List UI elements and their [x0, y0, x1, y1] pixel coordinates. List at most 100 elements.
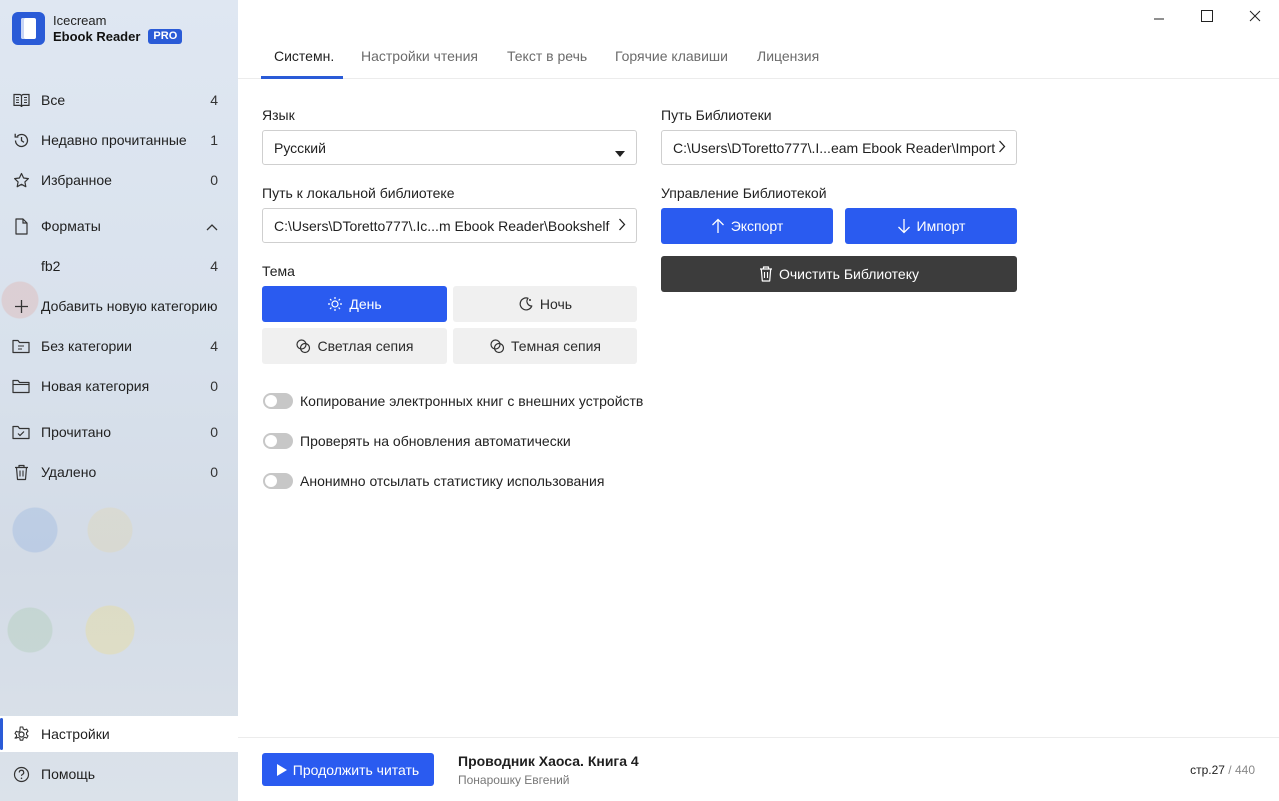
toggle-row-auto-update[interactable]: Проверять на обновления автоматически [263, 433, 571, 449]
continue-reading-button[interactable]: Продолжить читать [262, 753, 434, 786]
app-logo: Icecream Ebook Reader PRO [12, 12, 183, 45]
maximize-icon[interactable] [1183, 0, 1231, 32]
toggle-row-anonymous-stats[interactable]: Анонимно отсылать статистику использован… [263, 473, 604, 489]
sidebar-item-label: Избранное [41, 172, 112, 188]
item-count: 4 [210, 338, 218, 354]
item-count: 4 [210, 92, 218, 108]
sidebar-item-label: Удалено [41, 464, 97, 480]
history-icon [12, 131, 30, 149]
language-select[interactable]: Русский [262, 130, 637, 165]
toggle-switch[interactable] [263, 473, 293, 489]
sidebar-item-uncategorized[interactable]: Без категории 4 [0, 328, 238, 364]
sidebar-item-label: Форматы [41, 218, 101, 234]
library-path-value: C:\Users\DToretto777\.I...eam Ebook Read… [673, 139, 996, 156]
sidebar-item-label: Настройки [41, 726, 110, 742]
tab-hotkeys[interactable]: Горячие клавиши [615, 40, 728, 79]
import-label: Импорт [916, 218, 966, 234]
sidebar-item-fb2[interactable]: fb2 4 [0, 248, 238, 284]
pro-badge: PRO [148, 29, 183, 44]
arrow-up-icon [711, 218, 725, 234]
sidebar-item-label: Добавить новую категорию [41, 298, 218, 314]
trash-icon [759, 266, 773, 282]
play-icon [276, 763, 287, 776]
sidebar-item-label: Недавно прочитанные [41, 132, 187, 148]
sidebar-item-recent[interactable]: Недавно прочитанные 1 [0, 122, 238, 158]
sepia-icon [295, 338, 311, 354]
sun-icon [327, 296, 343, 312]
theme-label: Тема [262, 263, 295, 279]
theme-dark-sepia-button[interactable]: Темная сепия [453, 328, 637, 364]
library-path-field[interactable]: C:\Users\DToretto777\.I...eam Ebook Read… [661, 130, 1017, 165]
local-library-path-value: C:\Users\DToretto777\.Ic...m Ebook Reade… [274, 217, 610, 234]
close-icon[interactable] [1231, 0, 1279, 32]
star-icon [12, 171, 30, 189]
trash-icon [12, 463, 30, 481]
folder-icon [12, 377, 30, 395]
sidebar-item-read[interactable]: Прочитано 0 [0, 414, 238, 450]
tab-text-to-speech[interactable]: Текст в речь [507, 40, 587, 79]
item-count: 4 [210, 258, 218, 274]
theme-dark-sepia-label: Темная сепия [511, 338, 601, 354]
item-count: 1 [210, 132, 218, 148]
chevron-right-icon [998, 140, 1006, 156]
clear-library-label: Очистить Библиотеку [778, 266, 920, 282]
sidebar-item-label: Без категории [41, 338, 132, 354]
sidebar-item-label: fb2 [41, 258, 61, 274]
sepia-icon [489, 338, 505, 354]
clear-library-button[interactable]: Очистить Библиотеку [661, 256, 1017, 292]
library-management-label: Управление Библиотекой [661, 185, 827, 201]
dropdown-arrow-icon [615, 144, 625, 160]
theme-night-label: Ночь [539, 296, 573, 312]
local-library-path-field[interactable]: C:\Users\DToretto777\.Ic...m Ebook Reade… [262, 208, 637, 243]
folder-check-icon [12, 423, 30, 441]
item-count: 0 [210, 464, 218, 480]
gear-icon [12, 725, 30, 743]
sidebar-item-formats[interactable]: Форматы [0, 208, 238, 244]
settings-tabs: Системн. Настройки чтения Текст в речь Г… [238, 40, 1279, 79]
theme-day-button[interactable]: День [262, 286, 447, 322]
window-controls [1135, 0, 1279, 32]
tab-system[interactable]: Системн. [261, 40, 343, 79]
moon-icon [518, 296, 534, 312]
toggle-label: Проверять на обновления автоматически [300, 433, 571, 449]
tab-license[interactable]: Лицензия [757, 40, 819, 79]
chevron-up-icon[interactable] [206, 218, 218, 234]
app-name-line2: Ebook Reader [53, 28, 141, 44]
sidebar-item-label: Прочитано [41, 424, 111, 440]
page-current: стр.27 [1190, 763, 1225, 777]
import-button[interactable]: Импорт [845, 208, 1017, 244]
sidebar-item-favorites[interactable]: Избранное 0 [0, 162, 238, 198]
arrow-down-icon [897, 218, 911, 234]
export-button[interactable]: Экспорт [661, 208, 833, 244]
minimize-icon[interactable] [1135, 0, 1183, 32]
toggle-row-copy-external[interactable]: Копирование электронных книг с внешних у… [263, 393, 643, 409]
plus-icon [12, 297, 30, 315]
sidebar-item-new-category[interactable]: Новая категория 0 [0, 368, 238, 404]
sidebar-item-label: Все [41, 92, 66, 108]
theme-light-sepia-button[interactable]: Светлая сепия [262, 328, 447, 364]
sidebar-item-label: Помощь [41, 766, 96, 782]
sidebar: Icecream Ebook Reader PRO Все 4 Недавно п… [0, 0, 238, 801]
sidebar-item-deleted[interactable]: Удалено 0 [0, 454, 238, 490]
theme-night-button[interactable]: Ночь [453, 286, 637, 322]
sidebar-item-help[interactable]: Помощь [0, 756, 238, 792]
language-value: Русский [274, 139, 326, 156]
help-icon [12, 765, 30, 783]
current-book-author: Понарошку Евгений [458, 773, 570, 787]
export-label: Экспорт [730, 218, 784, 234]
reading-footer: Продолжить читать Проводник Хаоса. Книга… [238, 737, 1279, 801]
sidebar-item-add-category[interactable]: Добавить новую категорию [0, 288, 238, 324]
app-name-line1: Icecream [53, 12, 107, 28]
sidebar-item-settings[interactable]: Настройки [0, 716, 238, 752]
current-book-title: Проводник Хаоса. Книга 4 [458, 753, 639, 769]
toggle-switch[interactable] [263, 393, 293, 409]
book-open-icon [12, 91, 30, 109]
theme-day-label: День [349, 296, 382, 312]
continue-reading-label: Продолжить читать [292, 761, 420, 778]
sidebar-item-all[interactable]: Все 4 [0, 82, 238, 118]
tab-reading-settings[interactable]: Настройки чтения [361, 40, 478, 79]
toggle-switch[interactable] [263, 433, 293, 449]
item-count: 0 [210, 424, 218, 440]
page-total: / 440 [1224, 763, 1255, 777]
theme-light-sepia-label: Светлая сепия [317, 338, 414, 354]
